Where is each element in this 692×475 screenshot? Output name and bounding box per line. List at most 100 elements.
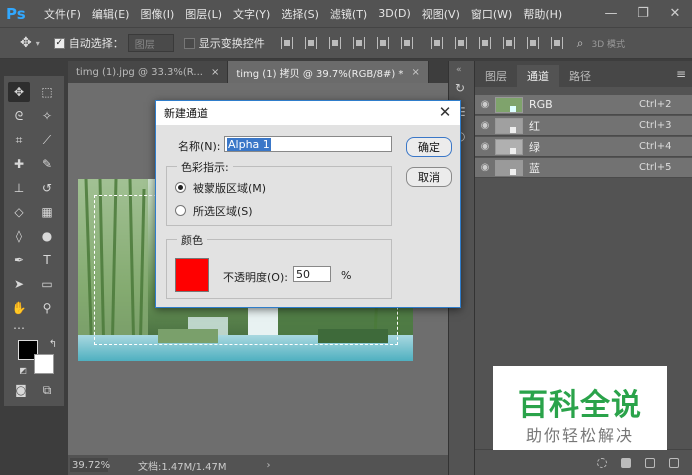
type-tool-icon[interactable]: T <box>36 250 58 270</box>
distribute-vcenter-icon[interactable] <box>454 37 467 49</box>
ok-button[interactable]: 确定 <box>406 137 452 157</box>
clone-stamp-icon[interactable]: ⊥ <box>8 178 30 198</box>
channel-name-input[interactable]: Alpha 1 <box>224 136 392 152</box>
status-arrow-icon[interactable]: › <box>267 460 271 471</box>
crop-tool-icon[interactable]: ⌗ <box>8 130 30 150</box>
align-right-icon[interactable] <box>400 37 413 49</box>
show-transform-checkbox[interactable] <box>183 37 195 49</box>
new-channel-dialog: 新建通道 ✕ 名称(N): Alpha 1 确定 取消 色彩指示: 被蒙版区域(… <box>155 100 461 308</box>
visibility-eye-icon[interactable]: ◉ <box>475 162 495 173</box>
auto-select-dropdown[interactable]: 图层 <box>127 34 174 52</box>
channel-row-rgb[interactable]: ◉ RGB Ctrl+2 <box>475 95 692 115</box>
zoom-level[interactable]: 39.72% <box>70 458 110 472</box>
masked-areas-label[interactable]: 被蒙版区域(M) <box>193 180 266 196</box>
screen-mode-icon[interactable]: ⧉ <box>36 380 58 400</box>
channel-row-blue[interactable]: ◉ 蓝 Ctrl+5 <box>475 158 692 178</box>
toolbox: ✥ ⬚ ᘓ ✧ ⌗ ⟋ ✚ ✎ ⊥ ↺ ◇ ▦ ◊ ● ✒ T ➤ ▭ ✋ ⚲ … <box>4 76 64 406</box>
menu-type[interactable]: 文字(Y) <box>233 6 270 22</box>
channel-shortcut: Ctrl+3 <box>639 120 672 131</box>
tab-layers[interactable]: 图层 <box>475 65 517 87</box>
visibility-eye-icon[interactable]: ◉ <box>475 141 495 152</box>
menu-window[interactable]: 窗口(W) <box>471 6 512 22</box>
move-tool-icon[interactable]: ✥ <box>20 35 32 51</box>
channel-row-red[interactable]: ◉ 红 Ctrl+3 <box>475 116 692 136</box>
menu-filter[interactable]: 滤镜(T) <box>330 6 367 22</box>
save-selection-icon[interactable] <box>621 457 631 468</box>
move-tool-icon[interactable]: ✥ <box>8 82 30 102</box>
menu-layer[interactable]: 图层(L) <box>185 6 222 22</box>
tab-paths[interactable]: 路径 <box>559 65 601 87</box>
align-left-icon[interactable] <box>352 37 365 49</box>
gradient-tool-icon[interactable]: ▦ <box>36 202 58 222</box>
visibility-eye-icon[interactable]: ◉ <box>475 120 495 131</box>
new-channel-icon[interactable] <box>645 457 655 468</box>
dodge-tool-icon[interactable]: ● <box>36 226 58 246</box>
blur-tool-icon[interactable]: ◊ <box>8 226 30 246</box>
swap-colors-icon[interactable]: ↰ <box>42 334 64 354</box>
selected-areas-radio[interactable] <box>175 205 186 216</box>
selected-areas-label[interactable]: 所选区域(S) <box>193 203 253 219</box>
distribute-top-icon[interactable] <box>430 37 443 49</box>
zoom-tool-icon[interactable]: ⚲ <box>36 298 58 318</box>
distribute-right-icon[interactable] <box>550 37 563 49</box>
document-tabs: timg (1).jpg @ 33.3%(R... × timg (1) 拷贝 … <box>68 61 448 83</box>
menu-edit[interactable]: 编辑(E) <box>92 6 130 22</box>
hand-tool-icon[interactable]: ✋ <box>8 298 30 318</box>
search-icon[interactable]: ⌕ <box>577 36 584 51</box>
auto-select-checkbox[interactable]: ✓ <box>53 37 65 49</box>
path-selection-icon[interactable]: ➤ <box>8 274 30 294</box>
delete-channel-icon[interactable] <box>669 457 679 468</box>
channel-thumbnail <box>495 117 523 134</box>
tab-document-1[interactable]: timg (1).jpg @ 33.3%(R... × <box>68 61 229 83</box>
panel-menu-icon[interactable]: ≡ <box>676 67 686 81</box>
align-hcenter-icon[interactable] <box>376 37 389 49</box>
dialog-close-icon[interactable]: ✕ <box>436 103 454 121</box>
background-color-swatch[interactable] <box>34 354 54 374</box>
channel-color-swatch[interactable] <box>175 258 209 292</box>
default-colors-icon[interactable]: ◩ <box>12 360 34 380</box>
magic-wand-tool-icon[interactable]: ✧ <box>36 106 58 126</box>
more-tools-icon[interactable]: ⋯ <box>8 318 30 338</box>
menu-file[interactable]: 文件(F) <box>44 6 81 22</box>
opacity-label: 不透明度(O): <box>223 271 288 284</box>
history-panel-icon[interactable]: ↻ <box>455 81 465 95</box>
load-selection-icon[interactable] <box>597 457 607 468</box>
minimize-button[interactable]: — <box>596 0 626 27</box>
eyedropper-tool-icon[interactable]: ⟋ <box>36 130 58 150</box>
masked-areas-radio[interactable] <box>175 182 186 193</box>
distribute-left-icon[interactable] <box>502 37 515 49</box>
menu-select[interactable]: 选择(S) <box>281 6 319 22</box>
rectangle-tool-icon[interactable]: ▭ <box>36 274 58 294</box>
quick-mask-icon[interactable]: ◙ <box>10 380 32 400</box>
menu-help[interactable]: 帮助(H) <box>523 6 562 22</box>
visibility-eye-icon[interactable]: ◉ <box>475 99 495 110</box>
align-top-icon[interactable] <box>280 37 293 49</box>
pen-tool-icon[interactable]: ✒ <box>8 250 30 270</box>
close-tab-icon[interactable]: × <box>211 67 219 78</box>
close-window-button[interactable]: ✕ <box>660 0 690 27</box>
distribute-hcenter-icon[interactable] <box>526 37 539 49</box>
menu-view[interactable]: 视图(V) <box>422 6 460 22</box>
lasso-tool-icon[interactable]: ᘓ <box>8 106 30 126</box>
color-group: 颜色 不透明度(O): 50 % <box>166 232 392 299</box>
menu-image[interactable]: 图像(I) <box>140 6 174 22</box>
channel-row-green[interactable]: ◉ 绿 Ctrl+4 <box>475 137 692 157</box>
opacity-input[interactable]: 50 <box>293 266 331 282</box>
tab-label: timg (1) 拷贝 @ 39.7%(RGB/8#) * <box>236 68 404 80</box>
tool-preset-chevron-icon[interactable]: ▾ <box>36 39 40 48</box>
align-bottom-icon[interactable] <box>328 37 341 49</box>
tab-document-2[interactable]: timg (1) 拷贝 @ 39.7%(RGB/8#) * × <box>228 61 429 83</box>
align-vcenter-icon[interactable] <box>304 37 317 49</box>
cancel-button[interactable]: 取消 <box>406 167 452 187</box>
brush-tool-icon[interactable]: ✎ <box>36 154 58 174</box>
eraser-tool-icon[interactable]: ◇ <box>8 202 30 222</box>
menu-3d[interactable]: 3D(D) <box>378 7 411 20</box>
collapse-arrows-icon[interactable]: « <box>456 65 462 75</box>
tab-channels[interactable]: 通道 <box>517 65 559 87</box>
distribute-bottom-icon[interactable] <box>478 37 491 49</box>
close-tab-icon[interactable]: × <box>411 67 419 78</box>
healing-brush-icon[interactable]: ✚ <box>8 154 30 174</box>
restore-button[interactable]: ❐ <box>628 0 658 27</box>
history-brush-icon[interactable]: ↺ <box>36 178 58 198</box>
marquee-tool-icon[interactable]: ⬚ <box>36 82 58 102</box>
